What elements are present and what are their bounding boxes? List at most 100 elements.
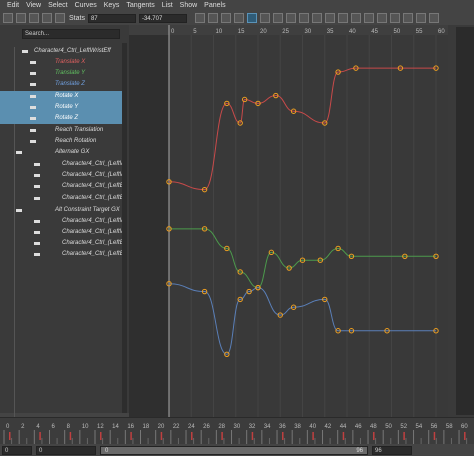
right-strip bbox=[448, 25, 474, 417]
outliner-row-label: Translate Z bbox=[55, 81, 85, 87]
timeline-key-marker bbox=[100, 432, 102, 440]
range-end-field[interactable]: 96 bbox=[372, 446, 412, 455]
timeline-key-marker bbox=[69, 432, 72, 440]
ruler-label: 30 bbox=[305, 29, 312, 35]
outliner-row[interactable]: Character4_Ctrl_(LeftElbo bbox=[0, 238, 122, 249]
spline-tangent-icon[interactable] bbox=[259, 13, 270, 23]
clamped-tangent-icon[interactable] bbox=[272, 13, 283, 23]
outliner-row[interactable]: Rotate X bbox=[0, 91, 122, 102]
ruler-label: 50 bbox=[394, 29, 401, 35]
outliner-row-label: Character4_Ctrl_(LeftElbo bbox=[62, 240, 122, 246]
outliner-row[interactable]: Translate Y bbox=[0, 68, 122, 79]
plateau-tangent-icon[interactable] bbox=[324, 13, 335, 23]
free-weight-icon[interactable] bbox=[363, 13, 374, 23]
menu-view[interactable]: View bbox=[26, 2, 41, 9]
outliner-row-label: Translate Y bbox=[55, 70, 86, 76]
timeline-label: 48 bbox=[370, 424, 377, 430]
timeline-key-marker bbox=[39, 432, 41, 440]
lattice-icon[interactable] bbox=[29, 13, 39, 23]
search-input[interactable]: Search... bbox=[22, 29, 120, 39]
outliner-row[interactable]: Character4_Ctrl_(LeftElbo bbox=[0, 193, 122, 204]
outliner-scrollbar[interactable] bbox=[122, 43, 127, 413]
snapshot-icon[interactable] bbox=[415, 13, 426, 23]
menu-show[interactable]: Show bbox=[180, 2, 198, 9]
outliner-row[interactable]: Alternate GX bbox=[0, 147, 122, 158]
retime-icon[interactable] bbox=[55, 13, 65, 23]
range-start-field[interactable]: 0 bbox=[2, 446, 32, 455]
outliner-row-label: Alternate GX bbox=[55, 149, 90, 155]
outliner-row[interactable]: Rotate Z bbox=[0, 113, 122, 124]
region-icon[interactable] bbox=[42, 13, 52, 23]
stats-label: Stats bbox=[69, 14, 85, 22]
outliner-row[interactable]: Character4_Ctrl_(LeftWri bbox=[0, 159, 122, 170]
outliner-row[interactable]: Rotate Y bbox=[0, 102, 122, 113]
outliner-row[interactable]: Character4_Ctrl_LeftWristEff bbox=[0, 46, 122, 57]
timeline-label: 24 bbox=[188, 424, 195, 430]
outliner-row[interactable]: Character4_Ctrl_(LeftWri bbox=[0, 227, 122, 238]
key-icon bbox=[30, 140, 36, 143]
timeline-key-marker bbox=[433, 432, 436, 440]
curve-graph[interactable]: 0 5 10 15 20 25 30 35 40 45 50 55 60 bbox=[129, 25, 448, 417]
break-tangent-icon[interactable] bbox=[337, 13, 348, 23]
timeline-key-marker bbox=[282, 432, 284, 440]
time-ruler[interactable]: 0 2 4 6 8 10 12 14 16 18 20 22 24 26 28 30 32 34 36 38 40 42 4… bbox=[0, 418, 474, 445]
stats-value-field[interactable]: -34.707 bbox=[138, 13, 187, 23]
pre-range-shade bbox=[129, 25, 169, 417]
outliner-row[interactable]: Character4_Ctrl_(LeftElbo bbox=[0, 249, 122, 260]
graph-area[interactable]: 0 5 10 15 20 25 30 35 40 45 50 55 60 bbox=[129, 25, 448, 417]
timeline-label: 58 bbox=[446, 424, 453, 430]
frame-selection-icon[interactable] bbox=[207, 13, 218, 23]
key-icon bbox=[30, 129, 36, 132]
timeline-label: 46 bbox=[355, 424, 362, 430]
infinity-icon[interactable] bbox=[428, 13, 439, 23]
outliner-row[interactable]: Alt Constraint Target GX bbox=[0, 205, 122, 216]
outliner-row-label: Character4_Ctrl_(LeftWri bbox=[62, 161, 122, 167]
ruler-label: 60 bbox=[438, 29, 445, 35]
lock-weight-icon[interactable] bbox=[376, 13, 387, 23]
graph-vertical-scrollbar[interactable] bbox=[456, 27, 474, 415]
outliner-row[interactable]: Character4_Ctrl_(LeftElbo bbox=[0, 181, 122, 192]
key-icon bbox=[34, 231, 40, 234]
buffer-icon[interactable] bbox=[389, 13, 400, 23]
outliner-row-label: Rotate X bbox=[55, 93, 79, 99]
range-slider-bar[interactable]: 0 96 bbox=[100, 446, 368, 455]
outliner-row[interactable]: Translate X bbox=[0, 57, 122, 68]
time-slider[interactable]: 0 2 4 6 8 10 12 14 16 18 20 22 24 26 28 30 32 34 36 38 40 42 4… bbox=[0, 417, 474, 445]
key-icon bbox=[30, 61, 36, 64]
timeline-label: 26 bbox=[203, 424, 210, 430]
center-icon[interactable] bbox=[233, 13, 244, 23]
unify-tangent-icon[interactable] bbox=[350, 13, 361, 23]
frame-playback-icon[interactable] bbox=[220, 13, 231, 23]
menu-keys[interactable]: Keys bbox=[104, 2, 120, 9]
outliner-row-label: Alt Constraint Target GX bbox=[55, 207, 120, 213]
step-tangent-icon[interactable] bbox=[311, 13, 322, 23]
outliner-row[interactable]: Character4_Ctrl_(LeftWri bbox=[0, 216, 122, 227]
menu-select[interactable]: Select bbox=[48, 2, 67, 9]
insert-key-icon[interactable] bbox=[16, 13, 26, 23]
menu-list[interactable]: List bbox=[162, 2, 173, 9]
move-key-icon[interactable] bbox=[3, 13, 13, 23]
transform-icon bbox=[22, 50, 28, 53]
flat-tangent-icon[interactable] bbox=[298, 13, 309, 23]
stats-frame-field[interactable]: 87 bbox=[87, 13, 136, 23]
outliner-row[interactable]: Reach Rotation bbox=[0, 136, 122, 147]
menu-panels[interactable]: Panels bbox=[204, 2, 225, 9]
range-anim-start-field[interactable]: 0 bbox=[36, 446, 96, 455]
auto-tangent-icon[interactable] bbox=[246, 13, 257, 23]
timeline-label: 18 bbox=[143, 424, 150, 430]
linear-tangent-icon[interactable] bbox=[285, 13, 296, 23]
outliner-row[interactable]: Translate Z bbox=[0, 79, 122, 90]
outliner-row[interactable]: Character4_Ctrl_(LeftWri bbox=[0, 170, 122, 181]
swap-buffer-icon[interactable] bbox=[402, 13, 413, 23]
menu-curves[interactable]: Curves bbox=[75, 2, 97, 9]
menu-edit[interactable]: Edit bbox=[7, 2, 19, 9]
key-icon bbox=[34, 163, 40, 166]
timeline-label: 42 bbox=[325, 424, 332, 430]
timeline-key-marker bbox=[191, 432, 193, 440]
key-icon bbox=[34, 220, 40, 223]
timeline-label: 16 bbox=[127, 424, 134, 430]
frame-all-icon[interactable] bbox=[194, 13, 205, 23]
menu-tangents[interactable]: Tangents bbox=[126, 2, 154, 9]
outliner-row[interactable]: Reach Translation bbox=[0, 125, 122, 136]
outliner-row-label: Rotate Z bbox=[55, 115, 79, 121]
